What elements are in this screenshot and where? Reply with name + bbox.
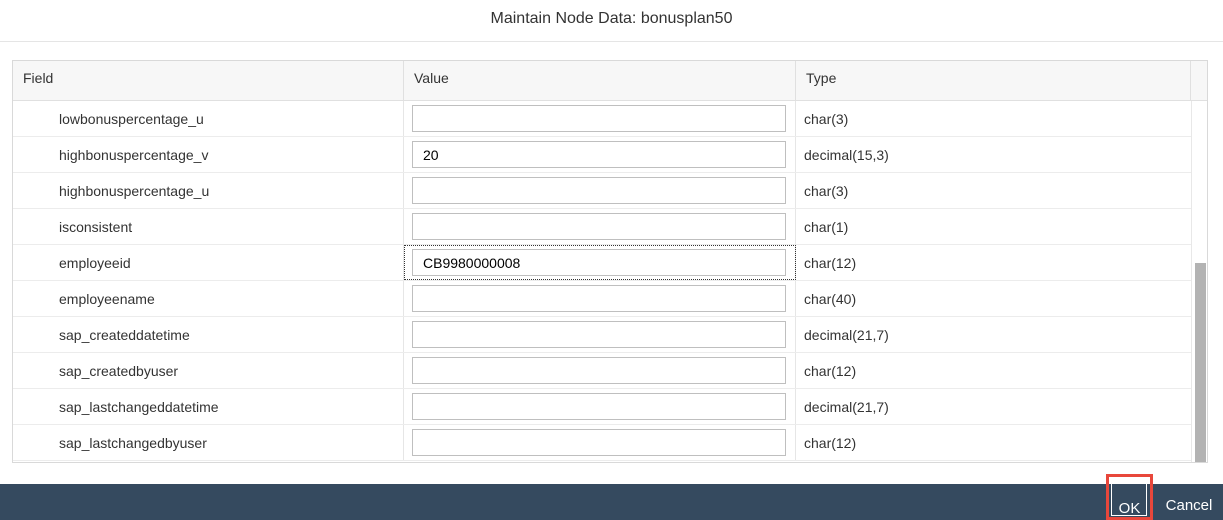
value-input[interactable]: [412, 105, 786, 132]
column-header-value[interactable]: Value: [404, 61, 796, 100]
type-cell: char(12): [804, 362, 857, 379]
table-body: lowbonuspercentage_u char(3) highbonusperc…: [13, 101, 1191, 462]
table-row: sap_lastchangedbyuser char(12): [13, 425, 1191, 461]
value-cell: [404, 101, 796, 136]
ok-button-label: OK: [1118, 499, 1141, 517]
dialog-header: Maintain Node Data: bonusplan50: [0, 0, 1223, 42]
field-name-cell: isconsistent: [13, 209, 404, 244]
value-cell: [404, 137, 796, 172]
node-data-table: Field Value Type lowbonuspercentage_ucha…: [12, 60, 1208, 463]
field-name-cell: employeename: [13, 281, 404, 316]
value-cell: [404, 317, 796, 352]
table-row: sap_lastchangeddatetime decimal(21,7): [13, 389, 1191, 425]
table-row: highbonuspercentage_u char(3): [13, 173, 1191, 209]
column-header-type[interactable]: Type: [796, 61, 1191, 100]
type-cell: char(3): [804, 110, 849, 127]
ok-button[interactable]: OK: [1106, 474, 1153, 520]
value-cell: [404, 353, 796, 388]
vertical-scrollbar[interactable]: [1191, 101, 1207, 462]
header-corner: [1191, 61, 1207, 100]
type-cell: char(1): [804, 218, 849, 235]
type-cell: decimal(21,7): [804, 326, 889, 343]
table-row: sap_createdbyuser char(12): [13, 353, 1191, 389]
type-cell: char(40): [804, 290, 857, 307]
value-cell: [404, 209, 796, 244]
value-cell: [404, 425, 796, 460]
dialog-footer: OK Cancel: [0, 474, 1223, 520]
field-name-cell: highbonuspercentage_u: [13, 173, 404, 208]
value-input[interactable]: [412, 321, 786, 348]
table-row: lowbonuspercentage_u char(3): [13, 101, 1191, 137]
table-row: sap_createddatetime decimal(21,7): [13, 317, 1191, 353]
cancel-button[interactable]: Cancel: [1158, 484, 1220, 520]
field-name-cell: sap_createdbyuser: [13, 353, 404, 388]
table-header: Field Value Type: [13, 61, 1207, 101]
value-input[interactable]: [412, 285, 786, 312]
type-cell: char(12): [804, 434, 857, 451]
type-cell: char(12): [804, 254, 857, 271]
dialog-title: Maintain Node Data: bonusplan50: [490, 9, 733, 27]
type-cell: decimal(21,7): [804, 398, 889, 415]
value-input[interactable]: [412, 357, 786, 384]
field-name-cell: highbonuspercentage_v: [13, 137, 404, 172]
type-cell: decimal(15,3): [804, 146, 889, 163]
value-input[interactable]: [412, 393, 786, 420]
value-input[interactable]: [412, 249, 786, 276]
field-name-cell: employeeid: [13, 245, 404, 280]
value-input[interactable]: [412, 141, 786, 168]
field-name-cell: sap_lastchangeddatetime: [13, 389, 404, 424]
value-input[interactable]: [412, 213, 786, 240]
scrollbar-thumb[interactable]: [1195, 263, 1206, 462]
table-row: employeeid char(12): [13, 245, 1191, 281]
value-cell: [404, 245, 796, 280]
column-header-field[interactable]: Field: [13, 61, 404, 100]
field-name-cell: sap_lastchangedbyuser: [13, 425, 404, 460]
value-cell: [404, 173, 796, 208]
table-row: highbonuspercentage_v decimal(15,3): [13, 137, 1191, 173]
value-input[interactable]: [412, 177, 786, 204]
table-row: isconsistent char(1): [13, 209, 1191, 245]
table-row: employeename char(40): [13, 281, 1191, 317]
type-cell: char(3): [804, 182, 849, 199]
field-name-cell: lowbonuspercentage_u: [13, 101, 404, 136]
value-cell: [404, 389, 796, 424]
value-cell: [404, 281, 796, 316]
value-input[interactable]: [412, 429, 786, 456]
field-name-cell: sap_createddatetime: [13, 317, 404, 352]
